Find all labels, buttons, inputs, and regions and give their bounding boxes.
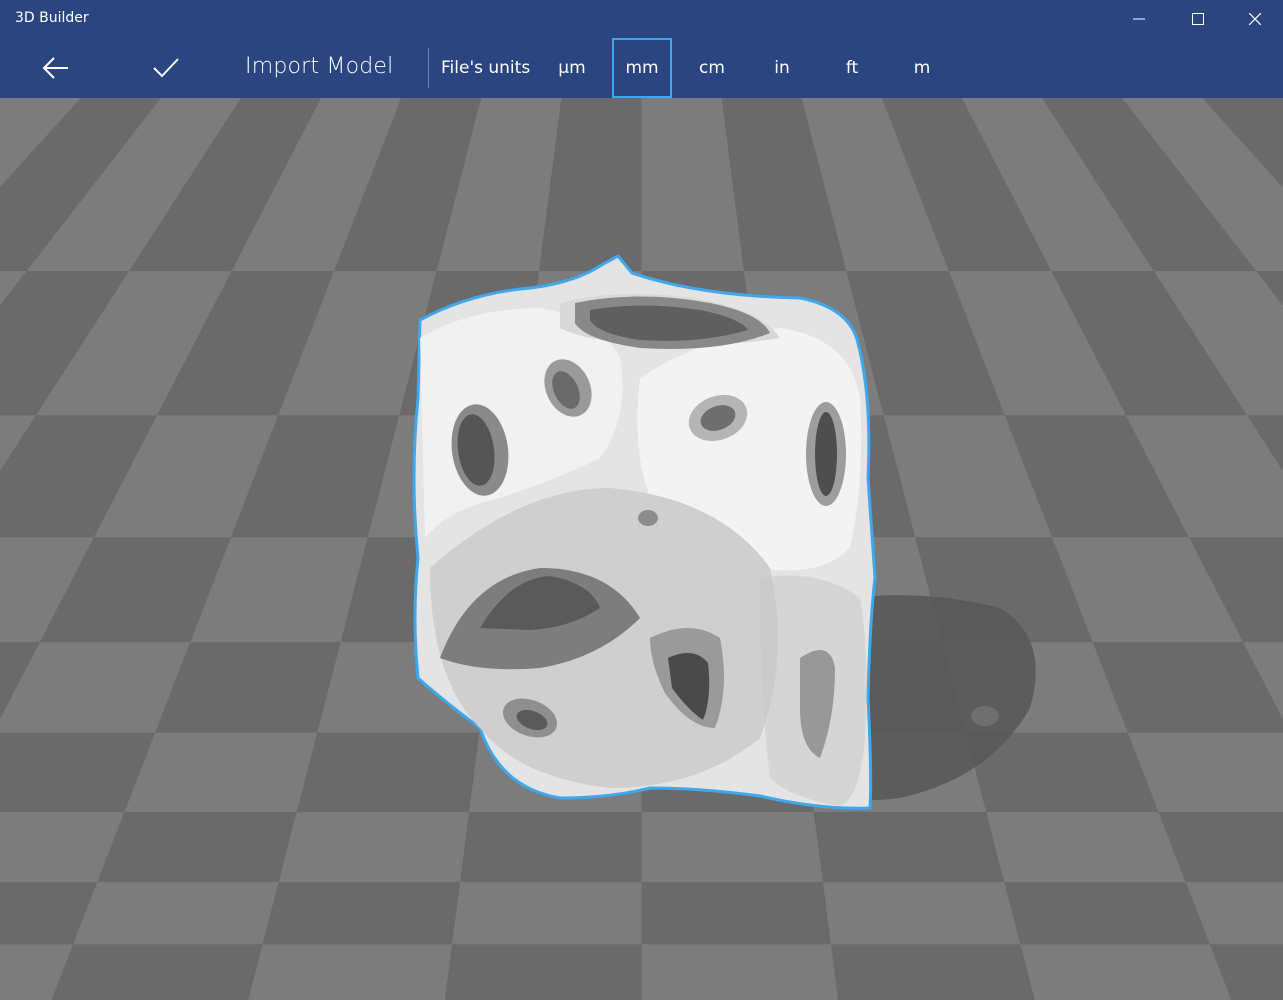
unit-micrometer-button[interactable]: µm: [542, 38, 602, 98]
floor-tile: [73, 882, 279, 945]
3d-model[interactable]: [412, 254, 877, 810]
floor-tile: [822, 882, 1021, 945]
floor-tile: [444, 944, 642, 1000]
checkmark-icon: [153, 58, 179, 78]
floor-tile: [124, 732, 318, 813]
floor-tile: [813, 812, 1005, 883]
floor-tile: [641, 944, 839, 1000]
back-arrow-icon: [42, 57, 68, 79]
floor-tile: [830, 944, 1035, 1000]
unit-millimeter-button[interactable]: mm: [612, 38, 672, 98]
close-button[interactable]: [1226, 0, 1283, 38]
minimize-icon: [1133, 18, 1145, 20]
unit-inch-button[interactable]: in: [752, 38, 812, 98]
floor-tile: [641, 882, 831, 945]
toolbar-divider: [428, 48, 429, 88]
floor-tile: [262, 882, 461, 945]
floor-tile: [278, 812, 470, 883]
title-bar: 3D Builder: [0, 0, 1283, 38]
app-title: 3D Builder: [15, 10, 89, 26]
page-title: Import Model: [245, 54, 394, 79]
unit-foot-button[interactable]: ft: [822, 38, 882, 98]
minimize-button[interactable]: [1110, 0, 1168, 38]
floor-tile: [51, 944, 263, 1000]
command-bar: Import Model File's units µm mm cm in ft…: [0, 38, 1283, 98]
units-label: File's units: [441, 58, 531, 78]
maximize-button[interactable]: [1169, 0, 1227, 38]
floor-tile: [296, 732, 480, 813]
3d-viewport[interactable]: [0, 98, 1283, 1000]
floor-tile: [460, 812, 642, 883]
floor-tile: [1020, 944, 1232, 1000]
floor-tile: [97, 812, 297, 883]
floor-tile: [452, 882, 642, 945]
floor-tile: [641, 812, 823, 883]
floor-tile: [248, 944, 453, 1000]
unit-meter-button[interactable]: m: [892, 38, 952, 98]
unit-centimeter-button[interactable]: cm: [682, 38, 742, 98]
maximize-icon: [1192, 13, 1204, 25]
accept-button[interactable]: [142, 46, 190, 90]
back-button[interactable]: [32, 46, 80, 90]
floor-tile: [1004, 882, 1210, 945]
scene-canvas[interactable]: [0, 98, 1283, 1000]
floor-tile: [986, 812, 1186, 883]
app-window: 3D Builder Import Model File's units µm …: [0, 0, 1283, 1000]
close-icon: [1249, 13, 1261, 25]
